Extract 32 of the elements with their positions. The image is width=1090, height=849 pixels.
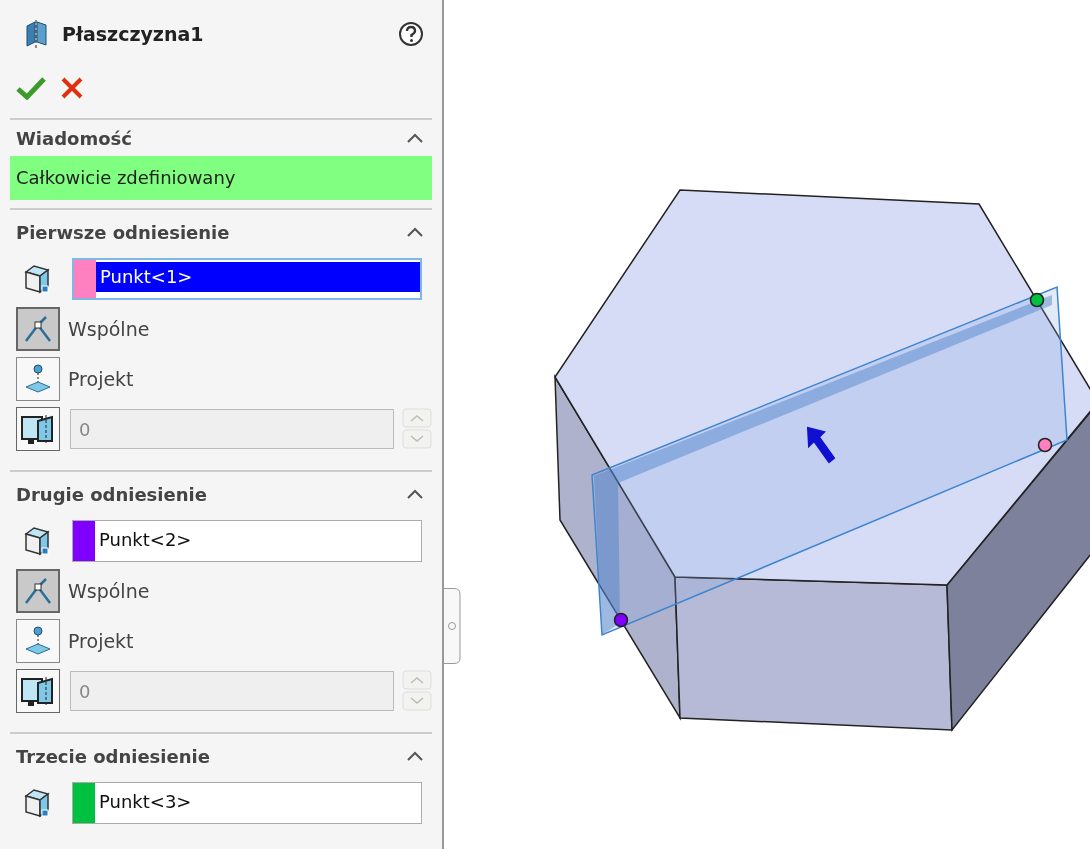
confirm-icon[interactable]	[16, 76, 46, 100]
collapse-icon[interactable]	[406, 750, 424, 762]
option-label: Wspólne	[68, 318, 150, 340]
section-heading: Drugie odniesienie	[16, 483, 207, 505]
coincident-button[interactable]	[16, 569, 60, 613]
collapse-icon[interactable]	[406, 132, 424, 144]
collapse-icon[interactable]	[406, 488, 424, 500]
plane-icon	[24, 20, 50, 48]
help-icon[interactable]	[398, 21, 424, 47]
cancel-icon[interactable]	[60, 76, 84, 100]
collapse-icon[interactable]	[406, 226, 424, 238]
project-button[interactable]	[16, 619, 60, 663]
point-marker	[1029, 292, 1045, 308]
selection-field[interactable]: Punkt<1>	[72, 258, 422, 300]
option-label: Projekt	[68, 368, 134, 390]
section-heading: Wiadomość	[16, 127, 132, 149]
section-heading: Trzecie odniesienie	[16, 745, 210, 767]
project-button[interactable]	[16, 357, 60, 401]
flip-plane-icon[interactable]	[16, 407, 60, 451]
selection-field[interactable]: Punkt<2>	[72, 520, 422, 562]
selection-field[interactable]: Punkt<3>	[72, 782, 422, 824]
status-message: Całkowicie zdefiniowany	[10, 156, 432, 200]
section-heading: Pierwsze odniesienie	[16, 221, 230, 243]
feature-title: Płaszczyzna1	[62, 23, 205, 45]
option-label: Projekt	[68, 630, 134, 652]
coincident-button[interactable]	[16, 307, 60, 351]
cursor-icon	[806, 426, 836, 464]
point-marker	[613, 612, 629, 628]
point-marker	[1037, 437, 1053, 453]
panel-handle[interactable]	[444, 588, 462, 664]
option-label: Wspólne	[68, 580, 150, 602]
flip-plane-icon[interactable]	[16, 669, 60, 713]
